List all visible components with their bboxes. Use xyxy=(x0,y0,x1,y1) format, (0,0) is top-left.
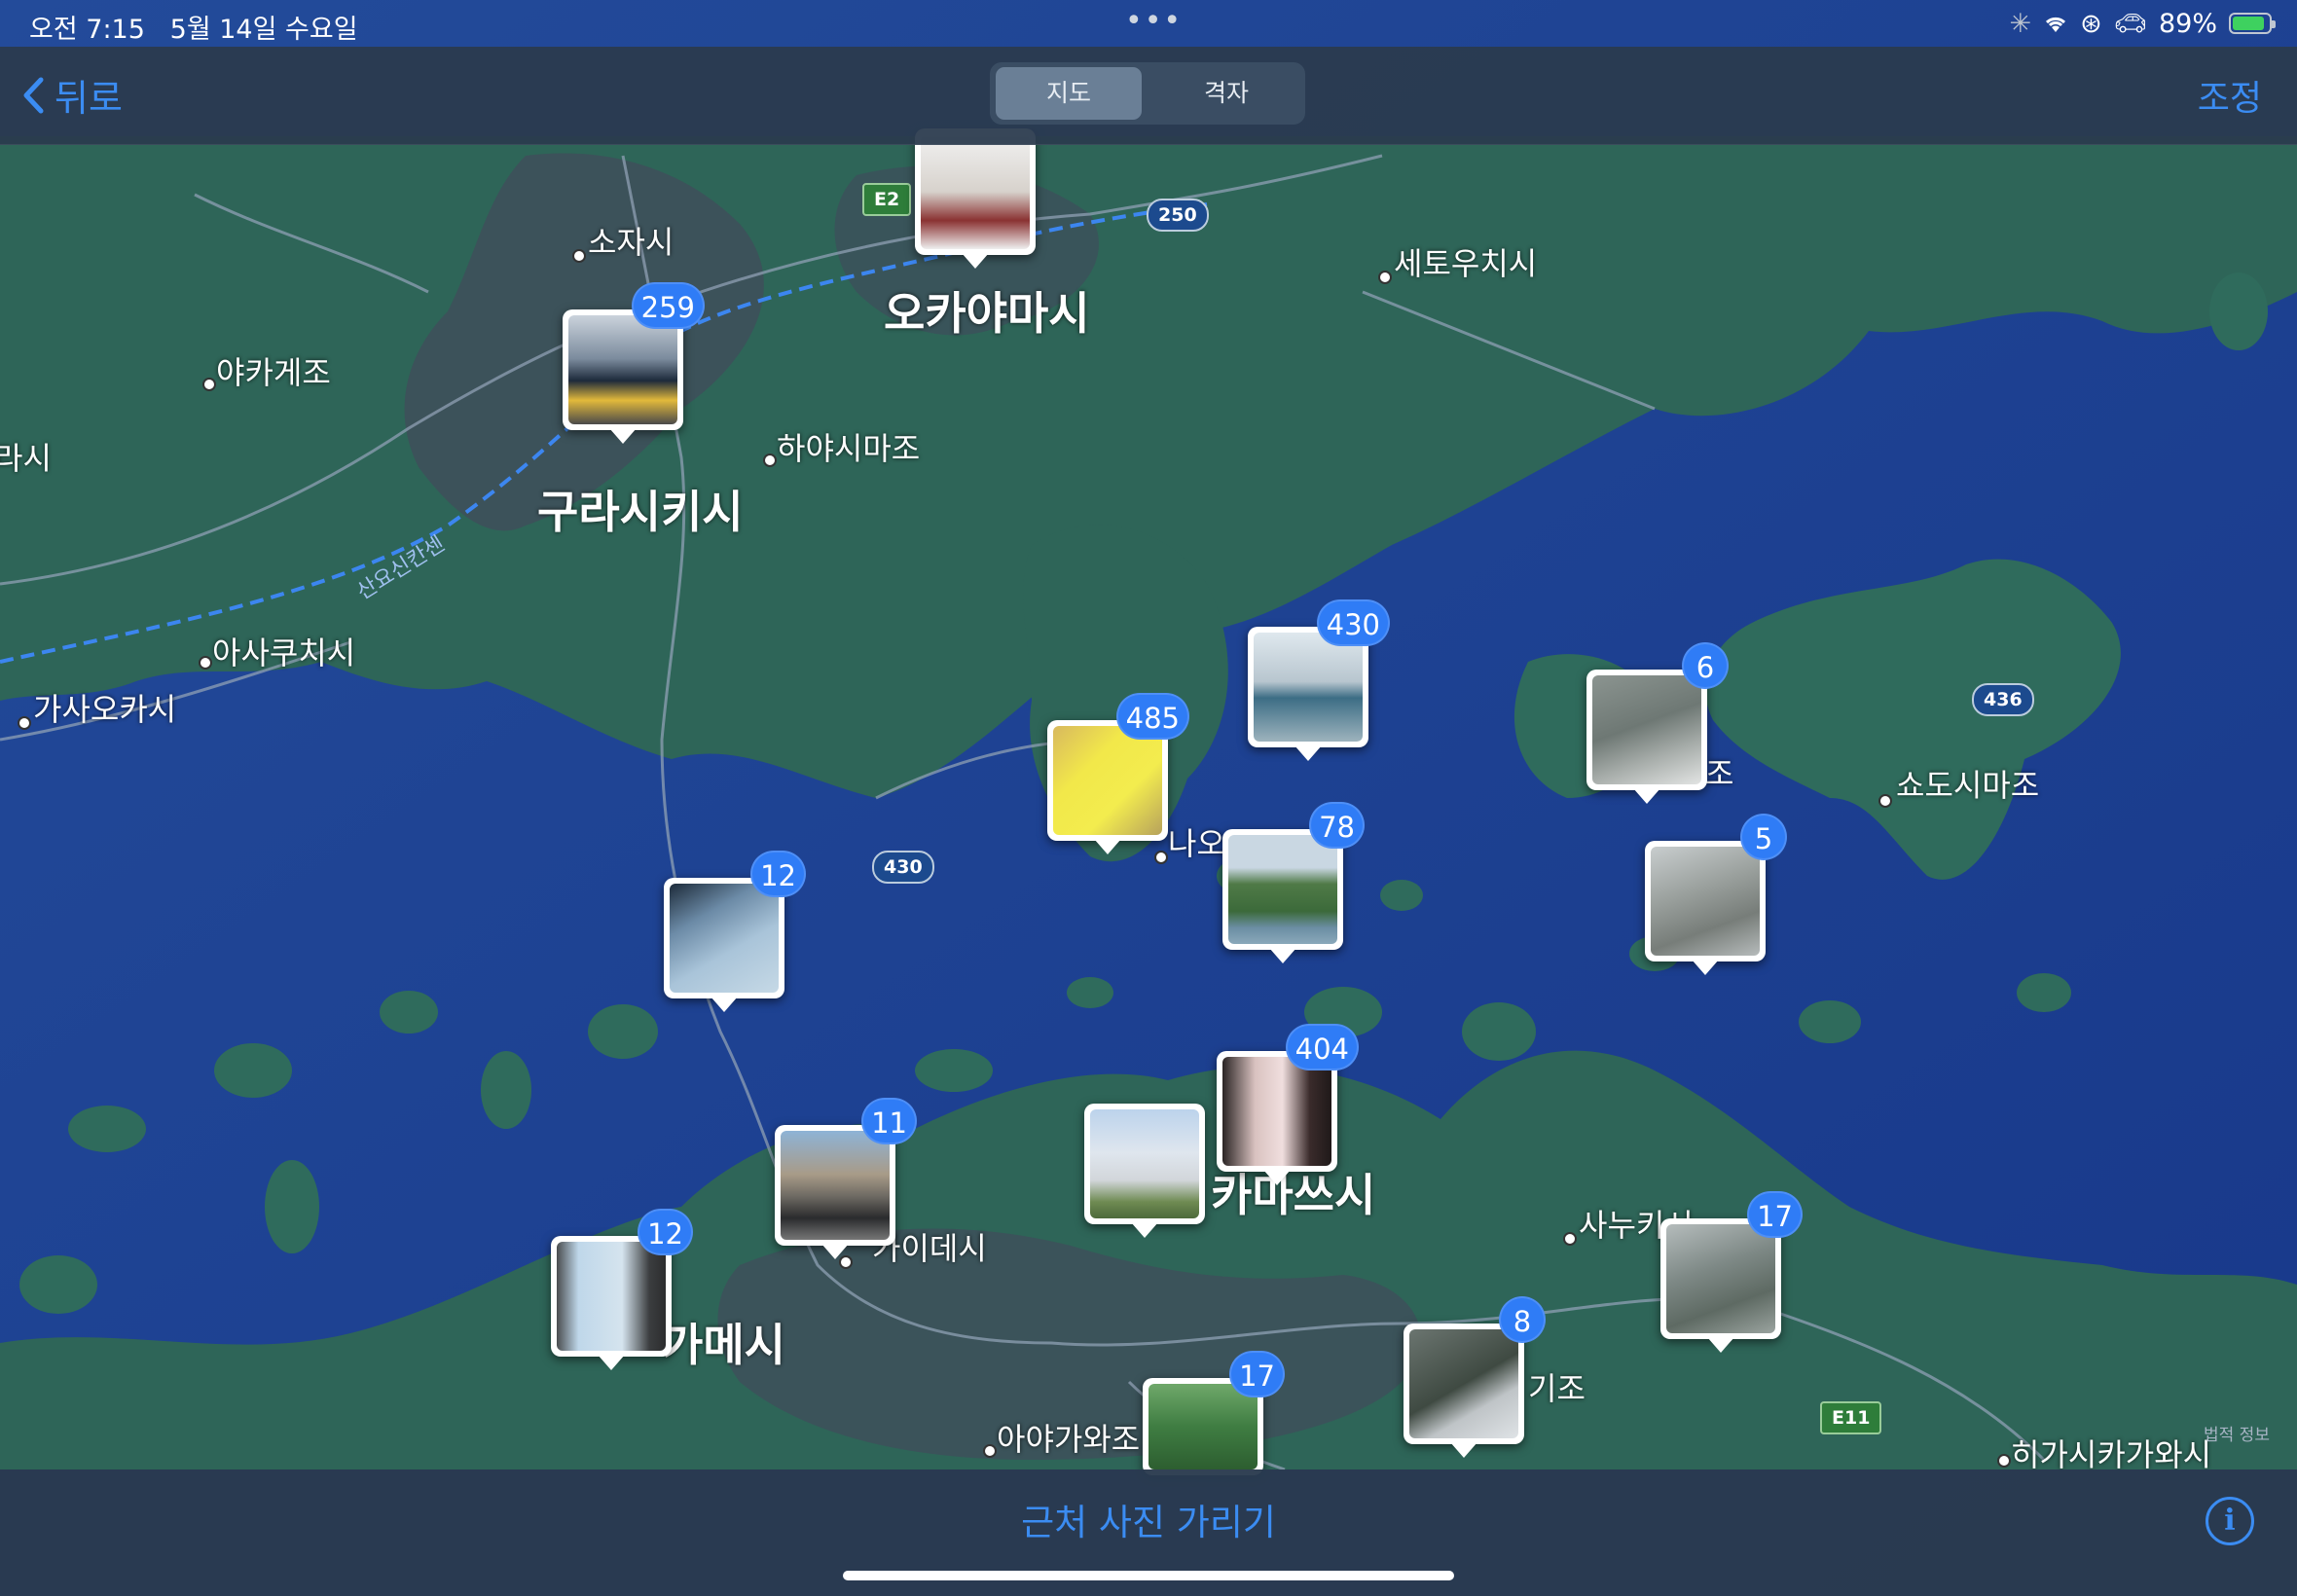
photo-pin[interactable]: 78 xyxy=(1222,802,1365,963)
city-dot xyxy=(1154,851,1168,864)
multitasking-dots[interactable]: ••• xyxy=(1125,4,1183,38)
battery-percent: 89% xyxy=(2158,8,2217,39)
status-bar: 오전 7:15 5월 14일 수요일 ••• ✳ ⊛ 🚗︎ 89% xyxy=(0,0,2297,47)
city-label-yakage: 야카게조 xyxy=(216,354,331,391)
loading-spinner-icon: ✳ xyxy=(2009,8,2032,39)
city-label-partial-jo: 조 xyxy=(1705,755,1734,792)
photo-count-badge: 404 xyxy=(1285,1024,1359,1070)
car-icon: 🚗︎ xyxy=(2113,9,2147,39)
photo-pin[interactable]: 17 xyxy=(1660,1191,1803,1353)
photo-pin[interactable]: 259 xyxy=(563,282,705,444)
city-label-asakuchi: 아사쿠치시 xyxy=(212,635,356,671)
segment-grid[interactable]: 격자 xyxy=(1153,67,1299,120)
segment-map[interactable]: 지도 xyxy=(996,67,1142,120)
city-label-partial-left: 라시 xyxy=(0,440,52,477)
bottom-toolbar: 근처 사진 가리기 i xyxy=(0,1469,2297,1596)
photo-pin[interactable] xyxy=(1084,1104,1205,1238)
view-mode-segmented-control: 지도 격자 xyxy=(990,62,1305,125)
city-dot xyxy=(763,453,777,467)
photo-count-badge: 17 xyxy=(1229,1351,1285,1397)
city-label-ayagawa: 아야가와조 xyxy=(997,1421,1141,1458)
city-label-soja: 소자시 xyxy=(588,224,675,261)
road-shield-250: 250 xyxy=(1147,199,1209,232)
city-dot xyxy=(1563,1232,1577,1246)
info-button[interactable]: i xyxy=(2206,1497,2254,1545)
city-label-setouchi: 세토우치시 xyxy=(1394,245,1538,282)
city-label-nao: 나오 xyxy=(1168,825,1225,862)
wifi-icon xyxy=(2046,17,2066,32)
photo-count-badge: 5 xyxy=(1740,814,1787,860)
hide-nearby-photos-button[interactable]: 근처 사진 가리기 xyxy=(0,1493,2297,1545)
back-button[interactable]: 뒤로 xyxy=(21,68,123,122)
city-label-marugame: 가메시 xyxy=(662,1319,785,1371)
road-shield-e11: E11 xyxy=(1820,1401,1882,1434)
back-label: 뒤로 xyxy=(55,77,123,120)
city-dot xyxy=(199,656,212,670)
photo-count-badge: 78 xyxy=(1309,802,1365,849)
photo-pin[interactable]: 12 xyxy=(551,1209,693,1370)
city-dot xyxy=(18,716,31,730)
city-label-okayama: 오카야마시 xyxy=(884,287,1090,340)
photo-count-badge: 485 xyxy=(1115,693,1189,740)
photo-count-badge: 12 xyxy=(638,1209,693,1255)
chevron-left-icon xyxy=(23,77,44,113)
photo-pin[interactable]: 430 xyxy=(1248,599,1390,761)
road-shield-e2: E2 xyxy=(862,183,912,216)
legal-info-link[interactable]: 법적 정보 xyxy=(2204,1421,2270,1445)
city-label-hayashima: 하야시마조 xyxy=(777,430,921,467)
photo-pin[interactable]: 17 xyxy=(1143,1351,1285,1475)
photo-count-badge: 17 xyxy=(1747,1191,1803,1238)
photo-count-badge: 12 xyxy=(750,851,806,897)
road-shield-436: 436 xyxy=(1972,683,2034,716)
city-dot xyxy=(202,378,216,391)
photo-count-badge: 6 xyxy=(1682,642,1729,689)
photo-count-badge: 259 xyxy=(631,282,705,329)
battery-icon xyxy=(2229,13,2276,34)
nav-bar: 뒤로 지도 격자 조정 xyxy=(0,47,2297,145)
status-time: 오전 7:15 5월 14일 수요일 xyxy=(29,15,358,45)
city-dot xyxy=(1378,271,1392,284)
city-label-kurashiki: 구라시키시 xyxy=(537,486,744,538)
photo-pin[interactable]: 404 xyxy=(1217,1024,1359,1185)
photo-pin[interactable] xyxy=(915,128,1036,269)
city-dot xyxy=(572,249,586,263)
photo-pin[interactable]: 485 xyxy=(1047,693,1189,854)
photo-count-badge: 11 xyxy=(861,1098,917,1144)
photo-pin[interactable]: 5 xyxy=(1645,814,1787,975)
city-dot xyxy=(1997,1454,2011,1468)
photo-count-badge: 430 xyxy=(1316,599,1390,646)
city-label-shodoshima: 쇼도시마조 xyxy=(1896,767,2040,804)
photo-pin[interactable]: 6 xyxy=(1586,642,1729,804)
city-dot xyxy=(983,1444,997,1458)
city-label-kasaoka: 가사오카시 xyxy=(33,691,177,728)
home-indicator[interactable] xyxy=(843,1571,1454,1580)
photo-pin[interactable]: 12 xyxy=(664,851,806,1012)
city-label-partial-kijo: 기조 xyxy=(1528,1370,1586,1407)
photo-pin[interactable]: 11 xyxy=(775,1098,917,1259)
road-shield-430: 430 xyxy=(872,851,934,884)
photo-pin[interactable]: 8 xyxy=(1404,1296,1546,1458)
city-dot xyxy=(1878,794,1892,808)
photo-count-badge: 8 xyxy=(1499,1296,1546,1343)
orientation-lock-icon: ⊛ xyxy=(2080,8,2102,39)
adjust-button[interactable]: 조정 xyxy=(2198,70,2262,121)
